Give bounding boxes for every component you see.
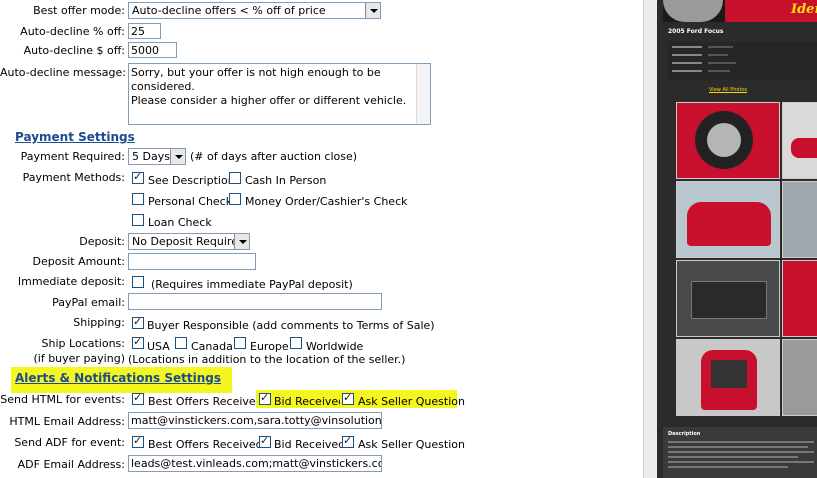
adf-best-offers-label: Best Offers Received: [148, 438, 263, 451]
decline-message-line: Sorry, but your offer is not high enough…: [131, 66, 381, 93]
banner-text: Iden: [791, 2, 817, 17]
deposit-label: Deposit:: [79, 235, 125, 248]
html-ask-question-label: Ask Seller Question: [358, 395, 465, 408]
html-bid-received-label: Bid Received: [274, 395, 346, 408]
immediate-deposit-note: (Requires immediate PayPal deposit): [151, 278, 353, 291]
paypal-email-label: PayPal email:: [52, 296, 125, 309]
decline-pct-input[interactable]: 25: [128, 23, 161, 39]
see-description-label: See Description: [148, 174, 235, 187]
textarea-scrollbar[interactable]: [416, 64, 430, 124]
view-all-photos-link[interactable]: View All Photos: [709, 87, 747, 93]
decline-pct-label: Auto-decline % off:: [20, 25, 125, 38]
shipping-label: Shipping:: [73, 316, 125, 329]
chevron-down-icon[interactable]: [365, 3, 380, 18]
deposit-amount-label: Deposit Amount:: [32, 255, 125, 268]
deposit-amount-input[interactable]: [128, 253, 256, 270]
html-bid-received-checkbox[interactable]: [259, 391, 271, 405]
usa-checkbox[interactable]: [132, 335, 144, 349]
page-scrollbar[interactable]: [643, 0, 658, 478]
photo-thumbnail[interactable]: [676, 260, 780, 337]
buyer-responsible-checkbox[interactable]: [132, 315, 144, 329]
html-best-offers-label: Best Offers Received: [148, 395, 263, 408]
photo-thumbnail[interactable]: [676, 339, 780, 416]
worldwide-checkbox[interactable]: [290, 337, 302, 349]
description-heading: Description: [668, 431, 701, 437]
decline-message-textarea[interactable]: Sorry, but your offer is not high enough…: [128, 63, 431, 125]
europe-checkbox[interactable]: [234, 337, 246, 349]
html-best-offers-checkbox[interactable]: [132, 391, 144, 405]
payment-required-value: 5 Days: [132, 150, 170, 163]
see-description-checkbox[interactable]: [132, 170, 144, 184]
deposit-value: No Deposit Required: [132, 235, 245, 248]
wheel-graphic: [663, 0, 723, 22]
adf-best-offers-checkbox[interactable]: [132, 434, 144, 448]
decline-message-label: Auto-decline message:: [0, 66, 127, 79]
personal-check-checkbox[interactable]: [132, 193, 144, 205]
decline-dollar-input[interactable]: 5000: [128, 42, 177, 58]
payment-required-select[interactable]: 5 Days: [128, 148, 186, 165]
decline-message-line: Please consider a higher offer or differ…: [131, 94, 407, 107]
send-adf-label: Send ADF for event:: [14, 436, 125, 449]
adf-bid-received-label: Bid Received: [274, 438, 346, 451]
html-ask-question-checkbox[interactable]: [342, 391, 354, 405]
worldwide-label: Worldwide: [306, 340, 364, 353]
best-offer-mode-label: Best offer mode:: [33, 4, 125, 17]
cash-in-person-label: Cash In Person: [245, 174, 327, 187]
alerts-settings-heading: Alerts & Notifications Settings: [11, 367, 232, 393]
payment-methods-label: Payment Methods:: [22, 171, 125, 184]
photo-thumbnail[interactable]: [676, 102, 780, 179]
money-order-label: Money Order/Cashier's Check: [245, 195, 408, 208]
europe-label: Europe: [250, 340, 289, 353]
chevron-down-icon[interactable]: [170, 149, 185, 164]
adf-ask-question-label: Ask Seller Question: [358, 438, 465, 451]
photo-thumbnail[interactable]: [782, 181, 817, 258]
payment-settings-heading: Payment Settings: [15, 130, 135, 144]
preview-banner: Iden: [663, 0, 817, 22]
description-panel: Description: [663, 427, 817, 478]
ship-locations-note: (Locations in addition to the location o…: [128, 353, 406, 366]
buyer-responsible-label: Buyer Responsible (add comments to Terms…: [147, 319, 435, 332]
photo-thumbnail[interactable]: [782, 339, 817, 416]
canada-label: Canada: [191, 340, 233, 353]
decline-dollar-label: Auto-decline $ off:: [23, 44, 125, 57]
cash-in-person-checkbox[interactable]: [229, 172, 241, 184]
photo-thumbnail[interactable]: [782, 260, 817, 337]
photo-thumbnail[interactable]: [676, 181, 780, 258]
immediate-deposit-label: Immediate deposit:: [17, 275, 125, 288]
listing-preview: Iden 2005 Ford Focus View All Photos Des…: [657, 0, 817, 478]
html-email-label: HTML Email Address:: [9, 415, 125, 428]
best-offer-mode-select[interactable]: Auto-decline offers < % off of price: [128, 2, 381, 19]
loan-check-label: Loan Check: [148, 216, 212, 229]
best-offer-mode-value: Auto-decline offers < % off of price: [132, 4, 326, 17]
listing-settings-form: Best offer mode: Auto-decline offers < %…: [0, 0, 643, 478]
adf-ask-question-checkbox[interactable]: [342, 434, 354, 448]
adf-bid-received-checkbox[interactable]: [259, 434, 271, 448]
specs-table: [668, 42, 817, 80]
immediate-deposit-checkbox[interactable]: [132, 276, 144, 288]
adf-email-label: ADF Email Address:: [17, 458, 125, 471]
ship-locations-sublabel: (if buyer paying): [33, 352, 125, 365]
payment-required-label: Payment Required:: [20, 150, 125, 163]
usa-label: USA: [147, 340, 170, 353]
photo-thumbnail[interactable]: [782, 102, 817, 179]
personal-check-label: Personal Check: [148, 195, 233, 208]
money-order-checkbox[interactable]: [229, 193, 241, 205]
deposit-select[interactable]: No Deposit Required: [128, 233, 250, 250]
html-email-input[interactable]: matt@vinstickers.com,sara.totty@vinsolut…: [128, 412, 382, 429]
loan-check-checkbox[interactable]: [132, 214, 144, 226]
paypal-email-input[interactable]: [128, 293, 382, 310]
payment-required-note: (# of days after auction close): [190, 150, 358, 163]
car-title: 2005 Ford Focus: [668, 28, 724, 35]
adf-email-input[interactable]: leads@test.vinleads.com;matt@vinstickers…: [128, 455, 382, 472]
canada-checkbox[interactable]: [175, 337, 187, 349]
send-html-label: Send HTML for events:: [0, 393, 125, 406]
ship-locations-label: Ship Locations:: [41, 337, 125, 350]
chevron-down-icon[interactable]: [234, 234, 249, 249]
